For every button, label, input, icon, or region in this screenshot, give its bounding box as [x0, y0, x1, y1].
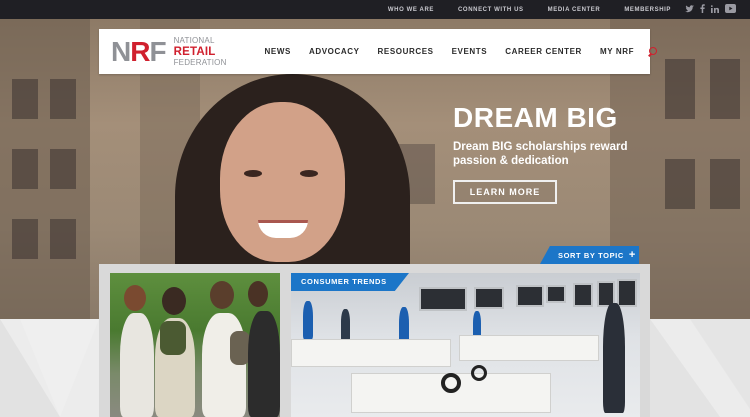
article-card-consumer-trends[interactable]: CONSUMER TRENDS [291, 273, 640, 417]
display-screen [419, 287, 467, 311]
plus-icon: + [628, 249, 636, 261]
headphones [441, 373, 461, 393]
window [12, 219, 38, 259]
util-link-who-we-are[interactable]: WHO WE ARE [388, 7, 434, 13]
display-table [291, 339, 451, 367]
hero-content: DREAM BIG Dream BIG scholarships reward … [453, 103, 663, 204]
display-screen [474, 287, 504, 309]
nav-item-events[interactable]: EVENTS [452, 47, 488, 56]
hero-title: DREAM BIG [453, 102, 618, 133]
logo-wordmark: NATIONAL RETAIL FEDERATION [173, 36, 227, 67]
nav-item-advocacy[interactable]: ADVOCACY [309, 47, 360, 56]
youtube-icon[interactable] [725, 4, 736, 15]
window [12, 149, 38, 189]
nav-item-my-nrf[interactable]: MY NRF [600, 47, 634, 56]
display-screen [516, 285, 544, 307]
facebook-icon[interactable] [700, 4, 705, 15]
util-link-membership[interactable]: MEMBERSHIP [624, 7, 671, 13]
page: WHO WE ARE CONNECT WITH US MEDIA CENTER … [0, 0, 750, 417]
display-screen [617, 279, 637, 307]
window [12, 79, 38, 119]
nav-item-resources[interactable]: RESOURCES [378, 47, 434, 56]
social-links [685, 4, 736, 15]
linkedin-icon[interactable] [710, 4, 719, 15]
window [50, 219, 76, 259]
util-link-media-center[interactable]: MEDIA CENTER [548, 7, 601, 13]
article-card-students[interactable] [110, 273, 280, 417]
window [665, 59, 695, 119]
primary-nav: NEWS ADVOCACY RESOURCES EVENTS CAREER CE… [265, 46, 659, 57]
window [665, 159, 695, 209]
window [710, 59, 740, 119]
nav-item-news[interactable]: NEWS [265, 47, 291, 56]
backpack [230, 331, 250, 365]
twitter-icon[interactable] [685, 4, 694, 15]
nav-item-career-center[interactable]: CAREER CENTER [505, 47, 582, 56]
display-screen [573, 283, 593, 307]
display-screen [546, 285, 566, 303]
window [50, 79, 76, 119]
main-header: NRF NATIONAL RETAIL FEDERATION NEWS ADVO… [99, 29, 658, 74]
display-table [459, 335, 599, 361]
window [710, 159, 740, 209]
nrf-logo[interactable]: NRF NATIONAL RETAIL FEDERATION [99, 29, 227, 74]
logo-mark: NRF [111, 35, 167, 67]
sort-by-topic-button[interactable]: SORT BY TOPIC + [540, 246, 639, 264]
topic-label-consumer-trends[interactable]: CONSUMER TRENDS [291, 273, 409, 291]
hero-subtitle: Dream BIG scholarships reward passion & … [453, 141, 628, 167]
headphones [471, 365, 487, 381]
window [50, 149, 76, 189]
backpack [160, 321, 186, 355]
learn-more-button[interactable]: LEARN MORE [453, 180, 557, 204]
utility-bar: WHO WE ARE CONNECT WITH US MEDIA CENTER … [0, 0, 750, 19]
search-icon[interactable] [648, 46, 658, 57]
util-link-connect[interactable]: CONNECT WITH US [458, 7, 524, 13]
